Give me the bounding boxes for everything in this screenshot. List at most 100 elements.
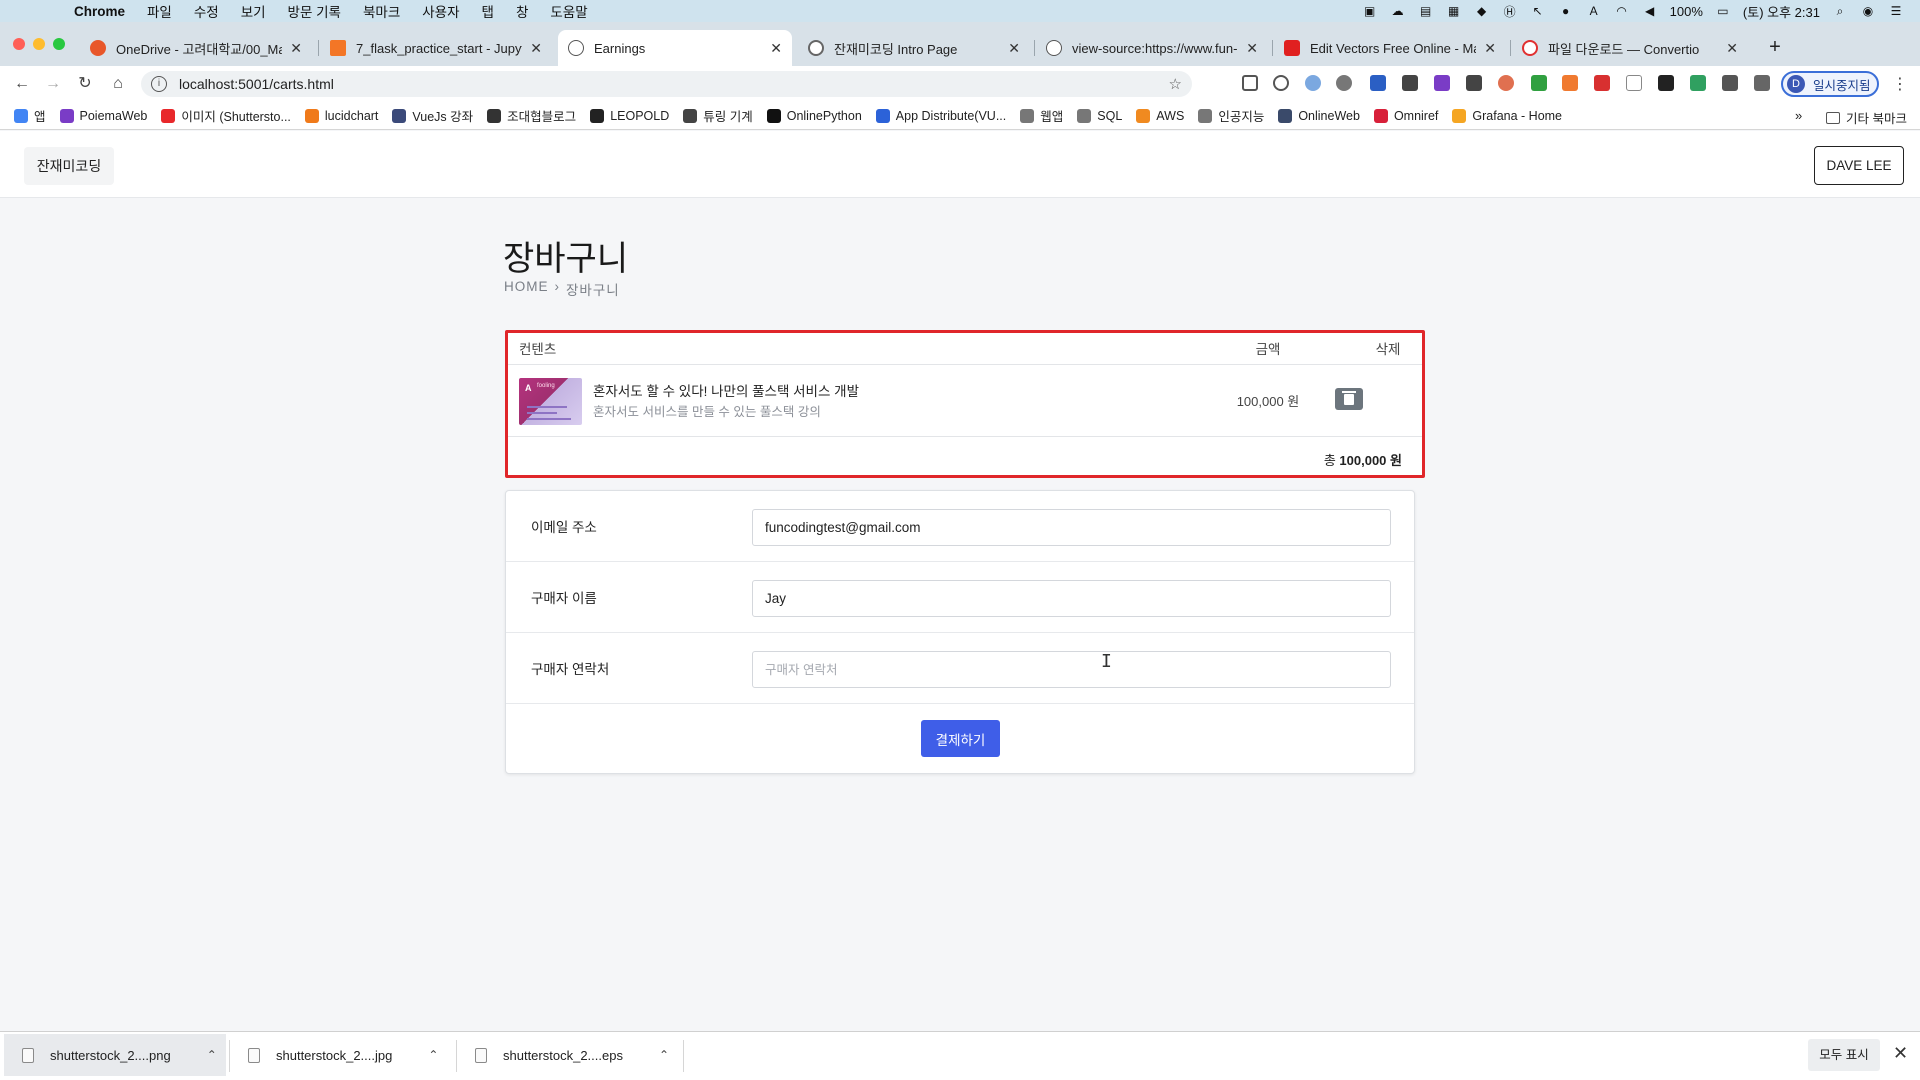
- site-logo-button[interactable]: 잔재미코딩: [24, 147, 114, 185]
- vue-icon[interactable]: [1690, 75, 1706, 91]
- input-source-icon[interactable]: A: [1586, 4, 1602, 18]
- extension-icon[interactable]: [1336, 75, 1352, 91]
- h-icon[interactable]: Ⓗ: [1502, 4, 1518, 19]
- download-item[interactable]: shutterstock_2....png ⌃: [4, 1034, 226, 1076]
- onenote-icon[interactable]: [1434, 75, 1450, 91]
- chevron-up-icon[interactable]: ⌃: [207, 1048, 217, 1062]
- bookmark-item[interactable]: 인공지능: [1198, 106, 1264, 125]
- extension-icon[interactable]: [1658, 75, 1674, 91]
- extension-icon[interactable]: [1562, 75, 1578, 91]
- info-icon[interactable]: i: [151, 76, 167, 92]
- other-bookmarks[interactable]: 기타 북마크: [1826, 108, 1907, 127]
- bookmark-item[interactable]: PoiemaWeb: [59, 108, 147, 123]
- home-icon[interactable]: ⌂: [108, 74, 128, 94]
- battery-icon[interactable]: ▭: [1715, 4, 1731, 18]
- bell-icon[interactable]: ●: [1558, 4, 1574, 18]
- bookmark-item[interactable]: AWS: [1136, 108, 1184, 123]
- menu-view[interactable]: 보기: [241, 1, 266, 21]
- menu-file[interactable]: 파일: [147, 1, 172, 21]
- chevron-up-icon[interactable]: ⌃: [428, 1048, 438, 1062]
- download-item[interactable]: shutterstock_2....jpg ⌃: [230, 1034, 454, 1076]
- new-tab-button[interactable]: +: [1763, 36, 1787, 60]
- tab-view-source[interactable]: view-source:https://www.fun-c ✕: [1036, 34, 1268, 62]
- tab-intro-page[interactable]: 잔재미코딩 Intro Page ✕: [798, 34, 1030, 62]
- extension-icon[interactable]: [1498, 75, 1514, 91]
- extension-icon[interactable]: [1594, 75, 1610, 91]
- cursor-arrow-icon[interactable]: ↖: [1530, 4, 1546, 18]
- extension-icon[interactable]: [1305, 75, 1321, 91]
- buyer-name-field[interactable]: [752, 580, 1391, 617]
- tab-onedrive[interactable]: OneDrive - 고려대학교/00_MainW ✕: [80, 34, 312, 62]
- menu-tab[interactable]: 탭: [482, 1, 494, 21]
- forward-icon[interactable]: →: [43, 74, 63, 94]
- tab-earnings[interactable]: Earnings ✕: [558, 30, 792, 66]
- back-icon[interactable]: ←: [12, 74, 32, 94]
- volume-icon[interactable]: ◀: [1642, 4, 1658, 18]
- bookmark-item[interactable]: App Distribute(VU...: [875, 108, 1006, 123]
- pay-button[interactable]: 결제하기: [921, 720, 1000, 757]
- bookmark-item[interactable]: 조대협블로그: [487, 106, 576, 125]
- bookmark-item[interactable]: Omniref: [1373, 108, 1438, 123]
- reload-icon[interactable]: ↻: [75, 74, 95, 94]
- bookmark-item[interactable]: Grafana - Home: [1452, 108, 1562, 123]
- close-icon[interactable]: ✕: [1246, 40, 1258, 57]
- download-item[interactable]: shutterstock_2....eps ⌃: [457, 1034, 681, 1076]
- tab-edit-vectors[interactable]: Edit Vectors Free Online - Man ✕: [1274, 34, 1506, 62]
- camera-icon[interactable]: ▣: [1362, 4, 1378, 18]
- menu-edit[interactable]: 수정: [194, 1, 219, 21]
- bookmarks-overflow-icon[interactable]: »: [1795, 108, 1802, 123]
- user-menu-button[interactable]: DAVE LEE: [1814, 146, 1904, 185]
- extension-icon[interactable]: [1531, 75, 1547, 91]
- close-icon[interactable]: ✕: [1893, 1043, 1908, 1064]
- clock[interactable]: (토) 오후 2:31: [1743, 2, 1820, 21]
- fullscreen-window-button[interactable]: [53, 38, 65, 50]
- control-center-icon[interactable]: ☰: [1888, 4, 1904, 18]
- close-icon[interactable]: ✕: [770, 40, 782, 57]
- bookmark-item[interactable]: 이미지 (Shuttersto...: [161, 106, 291, 125]
- close-icon[interactable]: ✕: [290, 40, 302, 57]
- siri-icon[interactable]: ◉: [1860, 4, 1876, 18]
- profile-button[interactable]: D 일시중지됨: [1781, 71, 1879, 97]
- delete-item-button[interactable]: [1335, 388, 1363, 410]
- window-icon[interactable]: ▤: [1418, 4, 1434, 18]
- extension-icon[interactable]: [1402, 75, 1418, 91]
- menu-history[interactable]: 방문 기록: [288, 1, 341, 21]
- menu-profiles[interactable]: 사용자: [422, 1, 459, 21]
- bookmark-item[interactable]: SQL: [1077, 108, 1122, 123]
- bookmark-item[interactable]: OnlineWeb: [1278, 108, 1360, 123]
- bookmark-item[interactable]: 웹앱: [1020, 106, 1063, 125]
- chevron-up-icon[interactable]: ⌃: [659, 1048, 669, 1062]
- menu-help[interactable]: 도움말: [550, 1, 587, 21]
- bookmark-item[interactable]: 튜링 기계: [683, 106, 753, 125]
- bookmark-item[interactable]: LEOPOLD: [590, 108, 669, 123]
- extension-icon[interactable]: [1722, 75, 1738, 91]
- more-menu-icon[interactable]: ⋮: [1892, 74, 1908, 94]
- menu-app-name[interactable]: Chrome: [74, 4, 125, 19]
- tab-jupyter[interactable]: 7_flask_practice_start - Jupyte ✕: [320, 34, 552, 62]
- bookmark-item[interactable]: 앱: [14, 106, 46, 125]
- bookmark-item[interactable]: VueJs 강좌: [392, 106, 473, 125]
- url-text[interactable]: localhost:5001/carts.html: [179, 76, 334, 92]
- extension-icon[interactable]: [1242, 75, 1258, 91]
- bookmark-item[interactable]: OnlinePython: [766, 108, 862, 123]
- minimize-window-button[interactable]: [33, 38, 45, 50]
- course-thumbnail[interactable]: A fooling: [519, 378, 582, 425]
- extension-icon[interactable]: [1370, 75, 1386, 91]
- tray-icon[interactable]: ◆: [1474, 4, 1490, 18]
- bookmark-item[interactable]: lucidchart: [304, 108, 378, 123]
- extension-icon[interactable]: [1626, 75, 1642, 91]
- address-bar[interactable]: i localhost:5001/carts.html ☆: [141, 71, 1192, 97]
- email-field[interactable]: [752, 509, 1391, 546]
- show-all-downloads-button[interactable]: 모두 표시: [1808, 1039, 1880, 1071]
- menu-window[interactable]: 창: [516, 1, 528, 21]
- wifi-icon[interactable]: ◠: [1614, 4, 1630, 18]
- extension-icon[interactable]: [1466, 75, 1482, 91]
- bookmark-star-icon[interactable]: ☆: [1169, 75, 1182, 93]
- puzzle-icon[interactable]: [1754, 75, 1770, 91]
- buyer-phone-field[interactable]: [752, 651, 1391, 688]
- menu-bookmarks[interactable]: 북마크: [363, 1, 400, 21]
- search-icon[interactable]: ⌕: [1832, 4, 1848, 18]
- close-icon[interactable]: ✕: [1008, 40, 1020, 57]
- extension-icon[interactable]: [1273, 75, 1289, 91]
- breadcrumb-home[interactable]: HOME: [504, 279, 549, 299]
